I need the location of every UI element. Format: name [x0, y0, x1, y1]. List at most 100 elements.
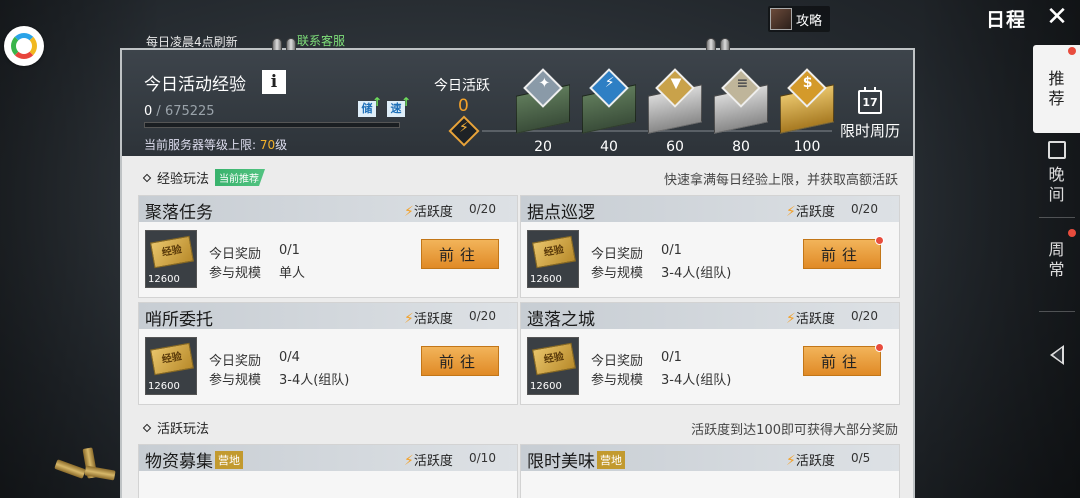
- scale-row: 参与规模 3-4人(组队): [591, 266, 732, 281]
- active-degree-label: ⚡活跃度: [404, 453, 453, 469]
- card-header: 物资募集 营地 ⚡活跃度 0/10: [139, 445, 517, 472]
- speed-badge[interactable]: 速: [387, 94, 411, 117]
- active-degree-label: ⚡活跃度: [786, 453, 835, 469]
- tab-evening[interactable]: 晚 间: [1033, 133, 1080, 213]
- exp-max: 675225: [164, 104, 215, 119]
- today-reward-row: 今日奖励 0/1: [591, 350, 682, 369]
- activity-card: 聚落任务 ⚡活跃度 0/20 经验 12600 今日奖励 0/1 参与规模 单人 前往: [138, 195, 518, 298]
- active-degree-label: ⚡活跃度: [786, 204, 835, 220]
- active-degree-count: 0/20: [469, 202, 496, 216]
- reward-chest-20[interactable]: ✦: [512, 68, 574, 136]
- lightning-icon: ⚡: [786, 311, 796, 327]
- section-note: 快速拿满每日经验上限，并获取高额活跃: [663, 173, 898, 188]
- back-arrow-icon: [1049, 345, 1064, 365]
- today-active-label: 今日活跃: [434, 78, 490, 94]
- card-header: 聚落任务 ⚡活跃度 0/20: [139, 196, 517, 223]
- go-button[interactable]: 前往: [803, 343, 884, 376]
- card-header: 据点巡逻 ⚡活跃度 0/20: [521, 196, 899, 223]
- today-reward-row: 今日奖励 0/1: [591, 243, 682, 262]
- reward-chest-40[interactable]: ⚡: [578, 68, 640, 136]
- divider: [1039, 311, 1075, 312]
- section-active-play: 活跃玩法: [142, 418, 210, 437]
- calendar-icon[interactable]: 17: [858, 87, 882, 114]
- weekly-calendar-link[interactable]: 限时周历: [840, 120, 900, 141]
- lightning-icon: ⚡: [404, 311, 414, 327]
- card-header: 哨所委托 ⚡活跃度 0/20: [139, 303, 517, 330]
- lightning-icon: ⚡: [404, 204, 414, 220]
- guide-label: 攻略: [796, 13, 823, 29]
- active-degree-count: 0/20: [851, 309, 878, 323]
- reward-chest-80[interactable]: ≡: [710, 68, 772, 136]
- active-degree-count: 0/5: [851, 451, 871, 465]
- lightning-icon: ⚡: [786, 204, 796, 220]
- tab-evening-label: 晚 间: [1048, 165, 1065, 204]
- exp-title: 今日活动经验: [144, 75, 246, 95]
- card-title: 哨所委托: [145, 310, 213, 330]
- divider: [1039, 217, 1075, 218]
- notification-dot: [1068, 47, 1076, 55]
- activity-card: 限时美味 营地 ⚡活跃度 0/5: [520, 444, 900, 498]
- diamond-icon: [142, 423, 152, 432]
- back-button[interactable]: [1033, 335, 1080, 375]
- camp-badge: 营地: [215, 451, 243, 469]
- scale-row: 参与规模 3-4人(组队): [591, 373, 732, 388]
- activity-board: 今日活动经验 i 0 / 675225 储 速 当前服务器等级上限: 70级 今…: [120, 38, 915, 498]
- activity-card: 哨所委托 ⚡活跃度 0/20 经验 12600 今日奖励 0/4 参与规模 3-4人(…: [138, 302, 518, 405]
- lightning-icon: ⚡: [786, 453, 796, 469]
- card-title: 遗落之城: [527, 310, 595, 330]
- contact-service-link[interactable]: 联系客服: [297, 32, 345, 49]
- diamond-icon: [142, 173, 152, 182]
- go-button[interactable]: 前往: [421, 346, 499, 376]
- guide-button[interactable]: 攻略: [768, 6, 831, 32]
- activity-card: 物资募集 营地 ⚡活跃度 0/10: [138, 444, 518, 498]
- card-title: 限时美味 营地: [527, 447, 625, 472]
- exp-value: 0 / 675225: [144, 104, 215, 119]
- page-title: 日程: [986, 9, 1027, 31]
- card-title: 据点巡逻: [527, 203, 595, 223]
- tab-weekly-label: 周 常: [1048, 240, 1065, 279]
- app-logo-icon[interactable]: [4, 26, 44, 66]
- active-degree-count: 0/20: [469, 309, 496, 323]
- close-icon[interactable]: ✕: [1044, 4, 1070, 30]
- milestone-value: 60: [666, 139, 684, 155]
- avatar: [770, 8, 792, 30]
- scale-row: 参与规模 3-4人(组队): [209, 373, 350, 388]
- active-degree-count: 0/20: [851, 202, 878, 216]
- lightning-icon: ⚡: [448, 115, 480, 147]
- activity-card: 遗落之城 ⚡活跃度 0/20 经验 12600 今日奖励 0/1 参与规模 3-4人(…: [520, 302, 900, 405]
- exp-ticket-icon: 经验 12600: [145, 230, 197, 288]
- milestone-value: 40: [600, 139, 618, 155]
- notification-dot: [1068, 229, 1076, 237]
- notification-dot: [875, 343, 884, 352]
- exp-ticket-icon: 经验 12600: [145, 337, 197, 395]
- notification-dot: [875, 236, 884, 245]
- go-button[interactable]: 前往: [421, 239, 499, 269]
- reward-chest-100[interactable]: $: [776, 68, 838, 136]
- active-degree-count: 0/10: [469, 451, 496, 465]
- today-reward-row: 今日奖励 0/4: [209, 350, 300, 369]
- server-level-cap: 当前服务器等级上限: 70级: [144, 136, 287, 153]
- activity-card: 据点巡逻 ⚡活跃度 0/20 经验 12600 今日奖励 0/1 参与规模 3-4人(…: [520, 195, 900, 298]
- section-exp-play: 经验玩法 当前推荐: [142, 168, 266, 187]
- go-button[interactable]: 前往: [803, 236, 884, 269]
- checkbox-icon: [1047, 141, 1066, 159]
- milestone-value: 80: [732, 139, 750, 155]
- active-degree-label: ⚡活跃度: [786, 311, 835, 327]
- tab-recommend[interactable]: 推 荐: [1033, 45, 1080, 133]
- section-note: 活跃度到达100即可获得大部分奖励: [691, 423, 898, 438]
- today-reward-row: 今日奖励 0/1: [209, 243, 300, 262]
- server-cap-unit: 级: [275, 138, 288, 152]
- active-degree-label: ⚡活跃度: [404, 311, 453, 327]
- section-title: 活跃玩法: [157, 422, 210, 437]
- today-active-value: 0: [458, 96, 469, 116]
- info-icon[interactable]: i: [262, 70, 286, 94]
- store-badge[interactable]: 储: [358, 94, 382, 117]
- exp-progress-bar: [144, 122, 400, 128]
- tab-weekly[interactable]: 周 常: [1033, 225, 1080, 295]
- reward-chest-60[interactable]: ▼: [644, 68, 706, 136]
- milestone-value: 100: [793, 139, 821, 155]
- exp-separator: /: [152, 104, 165, 119]
- recommend-tag: 当前推荐: [215, 169, 266, 186]
- card-title: 物资募集 营地: [145, 447, 243, 472]
- server-cap-value: 70: [259, 138, 276, 152]
